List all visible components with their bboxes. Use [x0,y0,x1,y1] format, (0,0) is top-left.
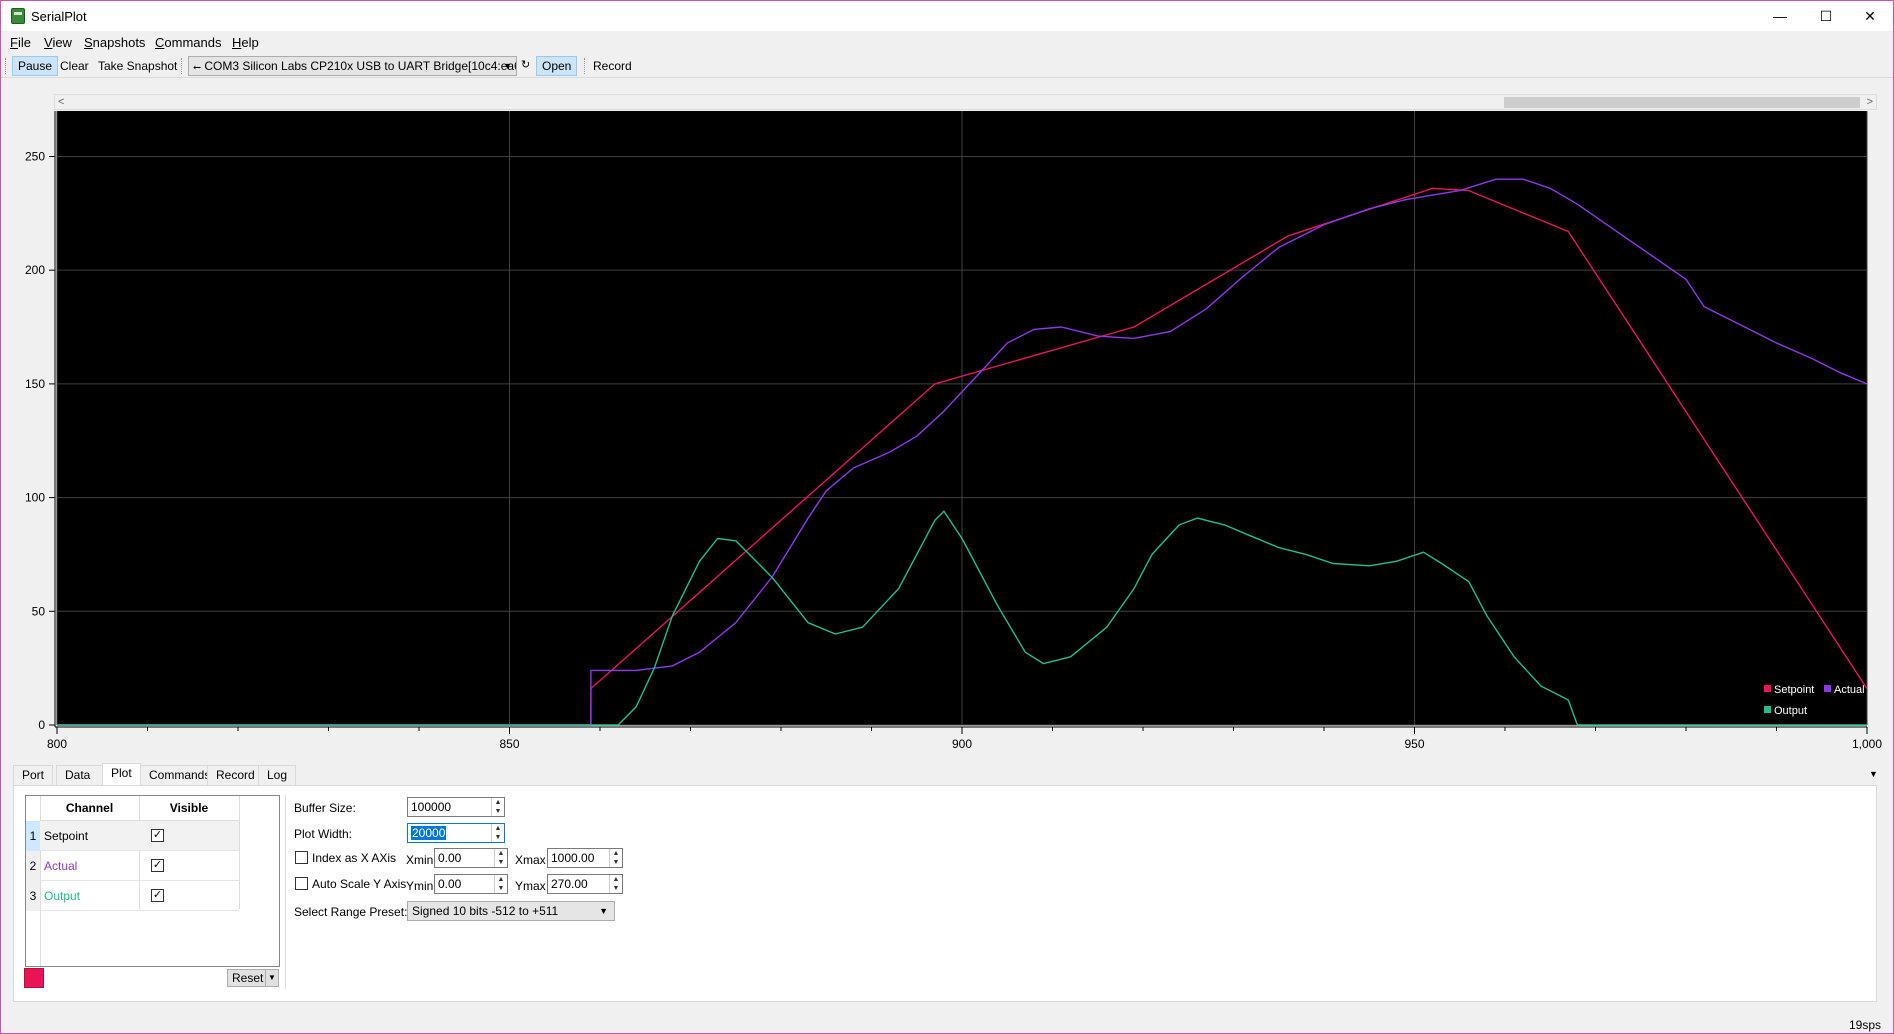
xmax-value: 1000.00 [551,851,595,865]
channel-table: Channel Visible 1 Setpoint ✓ 2 Actual ✓ … [25,795,280,967]
sample-rate-status: 19sps [1848,1018,1881,1032]
index-as-x-checkbox[interactable] [295,851,308,864]
column-header-visible[interactable]: Visible [139,796,239,821]
channel-color-swatch[interactable] [24,968,44,988]
auto-scale-y-label[interactable]: Auto Scale Y Axis [312,877,406,891]
buffer-size-label: Buffer Size: [294,801,356,815]
legend-swatch-output [1764,706,1771,713]
column-header-channel[interactable]: Channel [40,796,139,821]
range-preset-select[interactable]: Signed 10 bits -512 to +511 ▼ [407,901,615,921]
table-row[interactable]: 1 Setpoint ✓ [26,821,239,851]
legend-swatch-actual [1824,685,1831,692]
xmin-label: Xmin [406,853,434,867]
tab-record[interactable]: Record [207,765,264,786]
visible-checkbox[interactable]: ✓ [151,859,164,872]
xmin-value: 0.00 [438,851,462,865]
y-tick-label: 200 [25,263,45,277]
legend-label-setpoint: Setpoint [1774,684,1814,696]
legend-swatch-setpoint [1764,685,1771,692]
visible-checkbox[interactable]: ✓ [151,829,164,842]
ymax-input[interactable]: 270.00 ▲ ▼ [547,874,623,894]
auto-scale-y-checkbox[interactable] [295,877,308,890]
plot-chart[interactable]: 0 50 100 150 200 250 800 850 900 950 1,000 Setpoint… [1,1,1893,761]
plot-width-value: 20000 [411,826,447,840]
x-tick-label: 850 [499,737,519,751]
channel-name[interactable]: Setpoint [44,821,88,851]
spin-arrows-icon[interactable]: ▲ ▼ [609,849,622,867]
channel-name[interactable]: Actual [44,851,77,881]
range-preset-value: Signed 10 bits -512 to +511 [412,904,559,918]
visible-checkbox[interactable]: ✓ [151,889,164,902]
reset-button[interactable]: Reset ▼ [227,969,279,987]
y-tick-label: 100 [25,491,45,505]
spin-arrows-icon[interactable]: ▲ ▼ [491,798,504,816]
legend-label-actual: Actual [1834,684,1865,696]
tab-log[interactable]: Log [258,765,297,786]
index-as-x-label[interactable]: Index as X AXis [312,851,396,865]
y-tick-label: 150 [25,377,45,391]
ymin-label: Ymin [406,879,434,893]
spin-arrows-icon[interactable]: ▲ ▼ [609,875,622,893]
row-number[interactable]: 3 [26,881,40,911]
xmax-label: Xmax [515,853,546,867]
y-tick-label: 250 [25,149,45,163]
spin-arrows-icon[interactable]: ▲ ▼ [491,824,504,842]
range-preset-label: Select Range Preset: [294,905,408,919]
tab-plot[interactable]: Plot [102,763,141,786]
x-tick-label: 950 [1404,737,1424,751]
xmax-input[interactable]: 1000.00 ▲ ▼ [547,848,623,868]
ymin-value: 0.00 [438,877,462,891]
table-divider [239,796,240,909]
ymax-value: 270.00 [551,877,588,891]
x-tick-label: 800 [47,737,67,751]
y-tick-label: 0 [38,718,45,732]
legend-label-output: Output [1774,705,1807,717]
spin-arrows-icon[interactable]: ▲ ▼ [494,849,507,867]
reset-label: Reset [232,971,264,985]
plot-width-label: Plot Width: [294,827,353,841]
y-tick-label: 50 [32,604,46,618]
plot-settings-panel [13,785,1877,1002]
panel-divider [285,795,286,989]
table-row[interactable]: 3 Output ✓ [26,881,239,911]
table-row[interactable]: 2 Actual ✓ [26,851,239,881]
x-tick-label: 1,000 [1852,737,1882,751]
plot-width-input[interactable]: 20000 ▲ ▼ [407,823,505,843]
chevron-down-icon[interactable]: ▼ [265,970,278,986]
serialplot-window: SerialPlot — ☐ ✕ File View Snapshots Com… [0,0,1894,1034]
buffer-size-input[interactable]: 100000 ▲ ▼ [407,797,505,817]
ymin-input[interactable]: 0.00 ▲ ▼ [434,874,508,894]
tabs-menu-icon[interactable]: ▼ [1869,769,1878,779]
chevron-down-icon: ▼ [599,906,608,916]
xmin-input[interactable]: 0.00 ▲ ▼ [434,848,508,868]
buffer-size-value: 100000 [411,800,452,814]
row-number[interactable]: 2 [26,851,40,881]
channel-name[interactable]: Output [44,881,80,911]
spin-arrows-icon[interactable]: ▲ ▼ [494,875,507,893]
row-number[interactable]: 1 [26,821,40,851]
ymax-label: Ymax [515,879,546,893]
tab-port[interactable]: Port [13,765,54,786]
x-tick-label: 900 [952,737,972,751]
